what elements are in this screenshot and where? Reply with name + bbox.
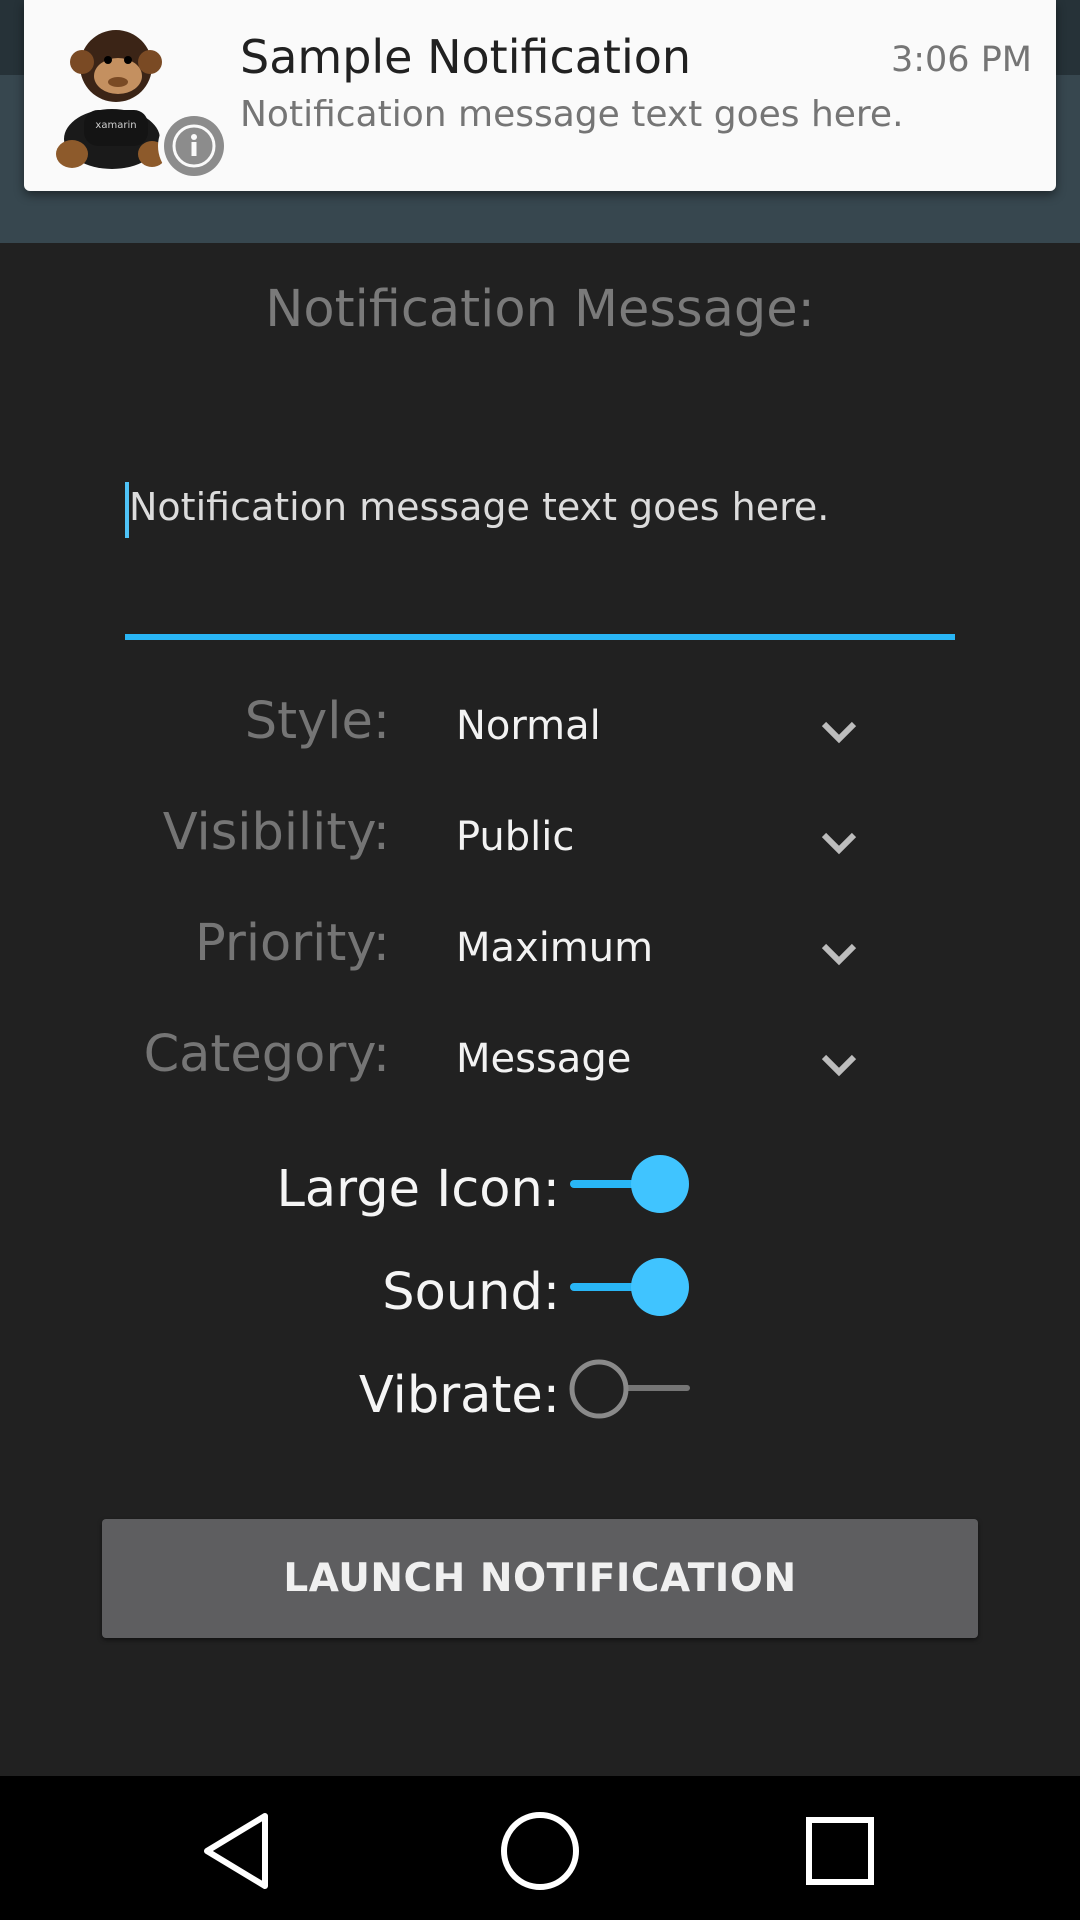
style-spinner-value[interactable]: Normal — [456, 703, 601, 749]
sound-switch[interactable] — [568, 1256, 692, 1318]
large-icon-switch[interactable] — [568, 1153, 692, 1215]
chevron-down-icon[interactable] — [820, 831, 858, 855]
launch-notification-button[interactable]: LAUNCH NOTIFICATION — [102, 1519, 978, 1638]
message-heading: Notification Message: — [265, 280, 815, 339]
priority-label: Priority: — [195, 914, 390, 973]
notification-title: Sample Notification — [240, 30, 692, 84]
notification-text: Notification message text goes here. — [240, 94, 904, 135]
category-spinner-value[interactable]: Message — [456, 1036, 631, 1082]
large-icon-label: Large Icon: — [276, 1160, 561, 1219]
monkey-plush-icon: xamarin — [42, 14, 242, 184]
vibrate-label: Vibrate: — [358, 1366, 560, 1425]
chevron-down-icon[interactable] — [820, 942, 858, 966]
category-label: Category: — [143, 1025, 390, 1084]
home-circle-icon[interactable] — [495, 1806, 585, 1896]
style-label: Style: — [244, 692, 390, 751]
svg-text:xamarin: xamarin — [95, 120, 136, 131]
text-cursor — [125, 482, 129, 538]
chevron-down-icon[interactable] — [820, 1053, 858, 1077]
visibility-label: Visibility: — [162, 803, 390, 862]
message-input[interactable] — [125, 482, 959, 532]
navigation-bar — [0, 1776, 1080, 1920]
vibrate-switch[interactable] — [568, 1358, 692, 1420]
message-input-underline — [125, 634, 955, 640]
chevron-down-icon[interactable] — [820, 720, 858, 744]
heads-up-notification[interactable]: xamarin Sample Notification 3:06 PM Noti… — [24, 0, 1056, 191]
priority-spinner-value[interactable]: Maximum — [456, 925, 653, 971]
sound-label: Sound: — [382, 1263, 560, 1322]
back-triangle-icon[interactable] — [193, 1806, 283, 1896]
visibility-spinner-value[interactable]: Public — [456, 814, 574, 860]
recents-square-icon[interactable] — [795, 1806, 885, 1896]
notification-time: 3:06 PM — [890, 40, 1032, 80]
